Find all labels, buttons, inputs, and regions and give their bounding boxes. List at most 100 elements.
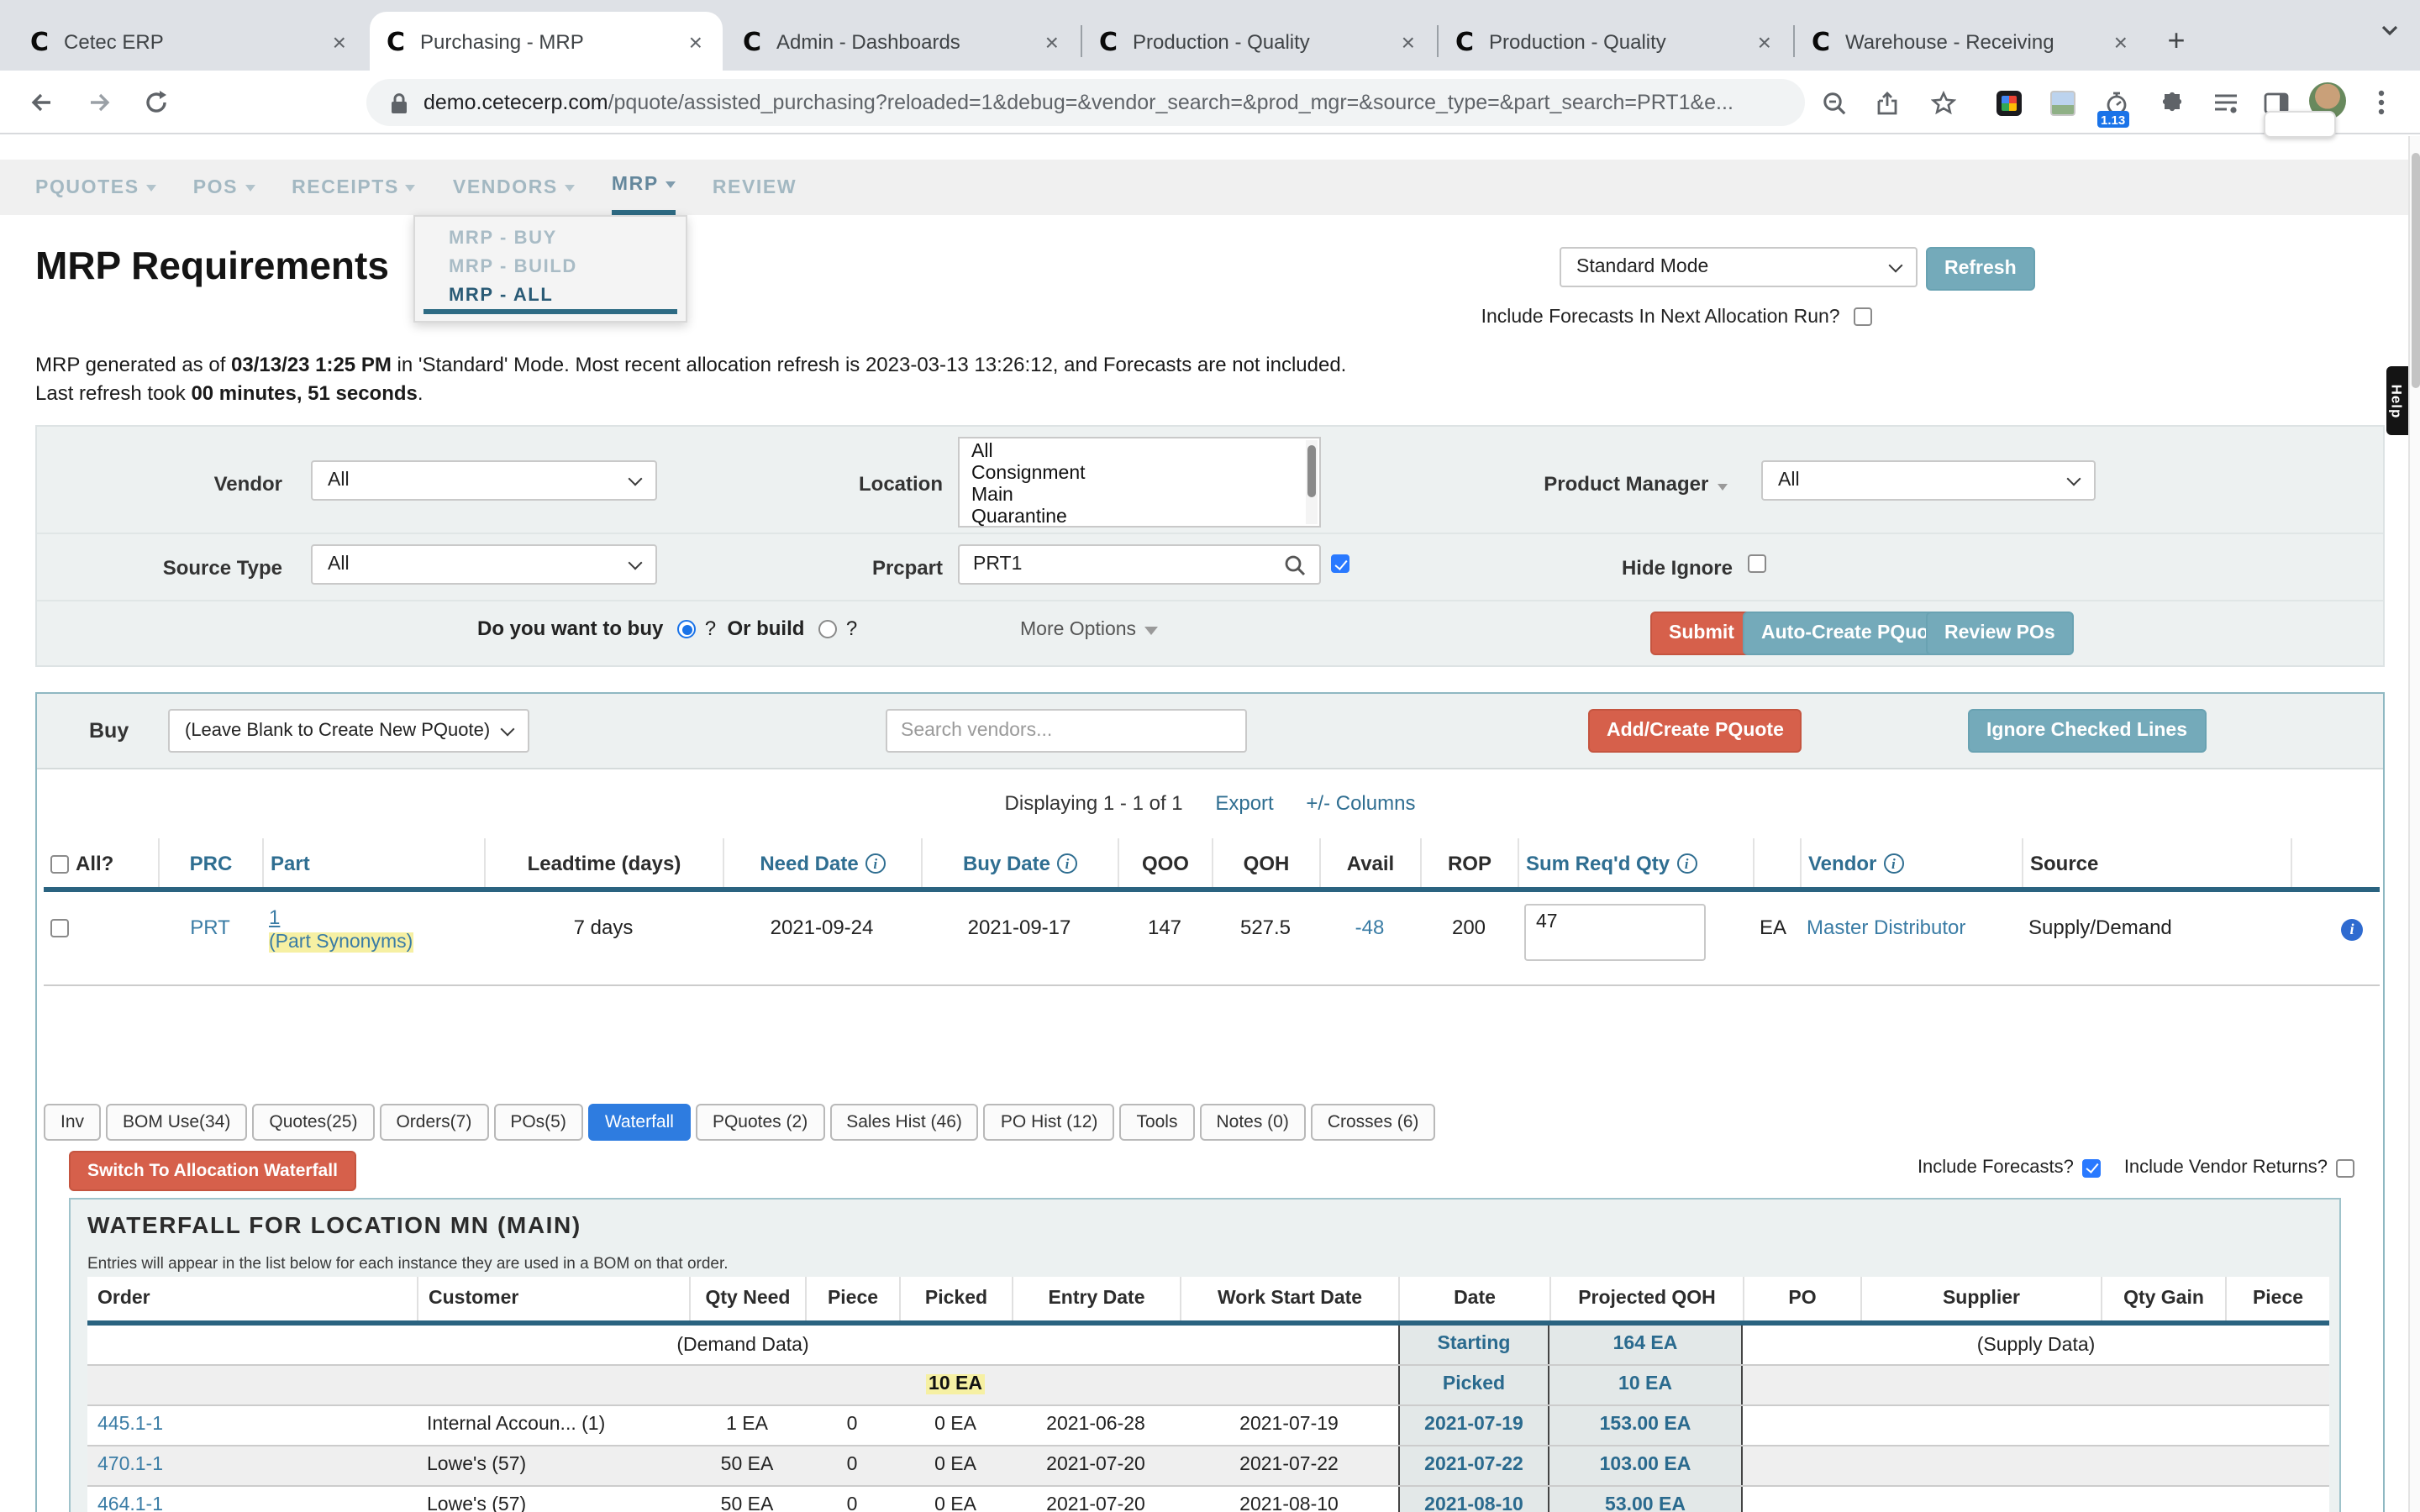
- product-manager-select[interactable]: All: [1761, 460, 2096, 501]
- part-tab-pos-5-[interactable]: POs(5): [493, 1104, 583, 1141]
- add-create-pquote-button[interactable]: Add/Create PQuote: [1588, 709, 1802, 753]
- tab-list-chevron-icon[interactable]: [2380, 24, 2400, 37]
- include-forecasts-next-run-checkbox[interactable]: [1854, 307, 1872, 326]
- row-select-checkbox[interactable]: [50, 919, 69, 937]
- location-option[interactable]: Quarantine: [971, 507, 1319, 529]
- part-link[interactable]: 1: [269, 906, 280, 929]
- info-icon[interactable]: i: [1676, 853, 1697, 874]
- info-icon[interactable]: i: [1883, 853, 1903, 874]
- build-radio[interactable]: [818, 620, 837, 638]
- column-header-vendor[interactable]: Vendori: [1800, 838, 2022, 887]
- tab-close-icon[interactable]: ×: [2111, 28, 2131, 55]
- include-vendor-returns-checkbox[interactable]: [2336, 1158, 2354, 1177]
- scrollbar-thumb[interactable]: [2412, 153, 2420, 388]
- help-tab[interactable]: Help: [2386, 366, 2408, 435]
- buy-radio[interactable]: [677, 620, 696, 638]
- browser-tab[interactable]: CWarehouse - Receiving×: [1795, 12, 2148, 71]
- browser-tab[interactable]: CProduction - Quality×: [1439, 12, 1791, 71]
- prc-link[interactable]: PRT: [190, 916, 230, 939]
- order-cell[interactable]: 464.1-1: [87, 1487, 417, 1512]
- order-cell[interactable]: 470.1-1: [87, 1446, 417, 1485]
- order-cell[interactable]: 445.1-1: [87, 1406, 417, 1445]
- browser-menu-icon[interactable]: [2366, 87, 2396, 118]
- page-scrollbar[interactable]: [2408, 136, 2420, 1512]
- vendor-select[interactable]: All: [311, 460, 657, 501]
- share-icon[interactable]: [1872, 87, 1902, 118]
- submit-button[interactable]: Submit: [1650, 612, 1753, 655]
- location-option[interactable]: Consignment: [971, 464, 1319, 486]
- browser-tab[interactable]: CAdmin - Dashboards×: [726, 12, 1079, 71]
- tab-close-icon[interactable]: ×: [329, 28, 350, 55]
- part-tab-po-hist-12-[interactable]: PO Hist (12): [984, 1104, 1115, 1141]
- menu-item-mrp-build[interactable]: MRP - BUILD: [415, 254, 686, 282]
- order-link[interactable]: 445.1-1: [97, 1415, 163, 1435]
- tab-close-icon[interactable]: ×: [1042, 28, 1062, 55]
- info-icon[interactable]: i: [865, 853, 886, 874]
- part-tab-inv[interactable]: Inv: [44, 1104, 101, 1141]
- tab-close-icon[interactable]: ×: [1754, 28, 1775, 55]
- part-tab-orders-7-[interactable]: Orders(7): [379, 1104, 488, 1141]
- location-listbox[interactable]: AllConsignmentMainQuarantine: [958, 437, 1321, 528]
- zoom-out-icon[interactable]: [1818, 87, 1849, 118]
- part-tab-pquotes-2-[interactable]: PQuotes (2): [696, 1104, 824, 1141]
- nav-item-pquotes[interactable]: PQUOTES: [35, 160, 156, 215]
- source-type-select[interactable]: All: [311, 544, 657, 585]
- address-bar[interactable]: demo.cetecerp.com/pquote/assisted_purcha…: [366, 79, 1805, 126]
- sum-reqd-qty-input[interactable]: 47: [1524, 904, 1706, 961]
- part-synonyms-link[interactable]: (Part Synonyms): [269, 932, 413, 953]
- refresh-button[interactable]: Refresh: [1926, 247, 2035, 291]
- browser-tab[interactable]: CPurchasing - MRP×: [370, 12, 723, 71]
- column-header-prc[interactable]: PRC: [158, 838, 262, 887]
- extension-colored-icon[interactable]: [1993, 87, 2023, 118]
- part-tab-sales-hist-46-[interactable]: Sales Hist (46): [829, 1104, 979, 1141]
- prcpart-exact-checkbox[interactable]: [1331, 554, 1349, 573]
- column-header-part[interactable]: Part: [262, 838, 484, 887]
- include-forecasts-checkbox[interactable]: [2082, 1158, 2101, 1177]
- nav-item-mrp[interactable]: MRP: [612, 160, 676, 215]
- extensions-puzzle-icon[interactable]: [2156, 87, 2186, 118]
- extension-image-icon[interactable]: [2047, 87, 2077, 118]
- nav-item-review[interactable]: REVIEW: [713, 160, 797, 215]
- order-link[interactable]: 464.1-1: [97, 1495, 163, 1512]
- nav-item-pos[interactable]: POS: [193, 160, 255, 215]
- vendor-search-input[interactable]: Search vendors...: [886, 709, 1247, 753]
- menu-item-mrp-buy[interactable]: MRP - BUY: [415, 225, 686, 254]
- column-header-need-date[interactable]: Need Datei: [723, 838, 921, 887]
- bookmark-star-icon[interactable]: [1928, 87, 1958, 118]
- part-tab-bom-use-34-[interactable]: BOM Use(34): [106, 1104, 247, 1141]
- reload-icon[interactable]: [141, 87, 171, 118]
- location-option[interactable]: All: [971, 442, 1319, 464]
- nav-item-receipts[interactable]: RECEIPTS: [292, 160, 416, 215]
- part-tab-quotes-25-[interactable]: Quotes(25): [252, 1104, 374, 1141]
- part-tab-notes-0-[interactable]: Notes (0): [1199, 1104, 1305, 1141]
- location-option[interactable]: Main: [971, 486, 1319, 507]
- menu-item-mrp-all[interactable]: MRP - ALL: [415, 282, 686, 311]
- part-tab-tools[interactable]: Tools: [1119, 1104, 1194, 1141]
- vendor-link[interactable]: Master Distributor: [1807, 916, 1965, 939]
- tab-close-icon[interactable]: ×: [1398, 28, 1418, 55]
- buy-pquote-select[interactable]: (Leave Blank to Create New PQuote): [168, 709, 529, 753]
- avail-link[interactable]: -48: [1355, 916, 1385, 939]
- ignore-checked-lines-button[interactable]: Ignore Checked Lines: [1968, 709, 2206, 753]
- export-link[interactable]: Export: [1215, 791, 1273, 815]
- new-tab-button[interactable]: +: [2156, 20, 2196, 60]
- forward-icon[interactable]: [84, 87, 114, 118]
- prcpart-input[interactable]: PRT1: [958, 544, 1321, 585]
- order-link[interactable]: 470.1-1: [97, 1455, 163, 1475]
- mode-select[interactable]: Standard Mode: [1560, 247, 1918, 287]
- listbox-scrollbar[interactable]: [1306, 440, 1318, 524]
- info-icon[interactable]: i: [1057, 853, 1077, 874]
- row-info-icon[interactable]: i: [2341, 919, 2363, 941]
- select-all-checkbox[interactable]: [50, 854, 69, 873]
- part-tab-waterfall[interactable]: Waterfall: [588, 1104, 691, 1141]
- back-icon[interactable]: [27, 87, 57, 118]
- nav-item-vendors[interactable]: VENDORS: [453, 160, 575, 215]
- reading-list-icon[interactable]: [2210, 87, 2240, 118]
- columns-toggle-link[interactable]: +/- Columns: [1306, 791, 1415, 815]
- browser-tab[interactable]: CProduction - Quality×: [1082, 12, 1435, 71]
- column-header-buy-date[interactable]: Buy Datei: [921, 838, 1118, 887]
- column-header-sum-req-d-qty[interactable]: Sum Req'd Qtyi: [1518, 838, 1753, 887]
- review-pos-button[interactable]: Review POs: [1926, 612, 2074, 655]
- part-tab-crosses-6-[interactable]: Crosses (6): [1311, 1104, 1436, 1141]
- hide-ignore-checkbox[interactable]: [1748, 554, 1766, 573]
